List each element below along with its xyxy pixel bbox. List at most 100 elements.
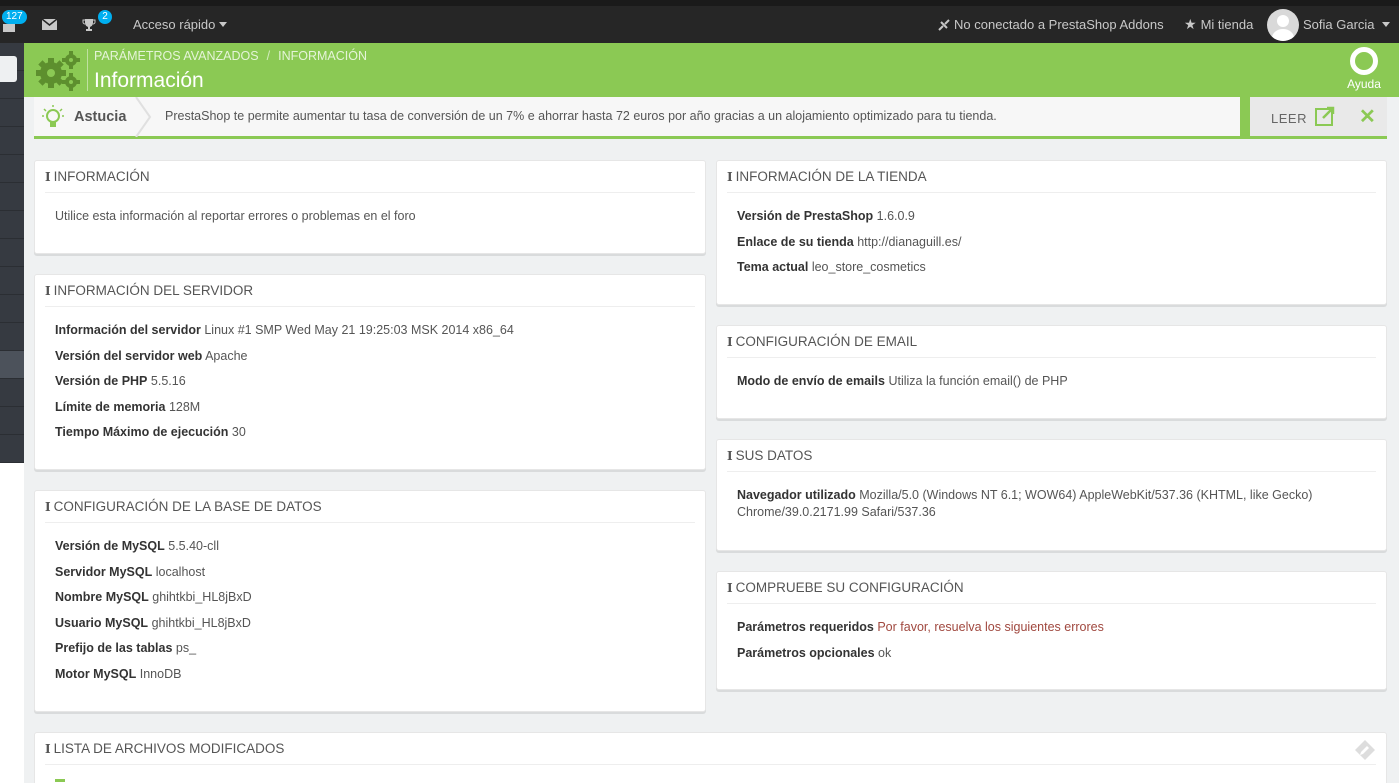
tip-bar: Astucia PrestaShop te permite aumentar t… [34,97,1387,139]
database-row: Versión de MySQL 5.5.40-cll [55,538,685,555]
database-row: Nombre MySQL ghihtkbi_HL8jBxD [55,589,685,606]
page-header: PARÁMETROS AVANZADOS / INFORMACIÓN Informa… [24,43,1399,97]
row-value: localhost [155,564,206,579]
row-label: Navegador utilizado [737,488,856,502]
header-divider [87,49,88,91]
sidebar-item[interactable] [0,239,24,267]
addons-status-text: No conectado a PrestaShop Addons [954,17,1164,32]
trophy-badge: 2 [98,10,112,24]
sidebar-item[interactable] [0,295,24,323]
read-tip-button[interactable]: LEER ✕ [1240,97,1387,136]
row-label: Modo de envío de emails [737,374,885,388]
addons-status-link[interactable]: No conectado a PrestaShop Addons [937,6,1164,43]
panel-heading: i SUS DATOS [727,440,1376,472]
messages-button[interactable] [42,6,57,43]
trophy-icon [82,18,96,31]
quick-access-label: Acceso rápido [133,17,216,32]
external-link-icon[interactable] [1315,106,1335,126]
row-label: Versión de PHP [55,374,148,388]
error-value: Por favor, resuelva los siguientes error… [877,620,1104,634]
row-label: Prefijo de las tablas [55,641,173,655]
sidebar-item[interactable] [0,267,24,295]
shop-info-panel: i INFORMACIÓN DE LA TIENDA Versión de Pre… [716,160,1387,305]
panel-title: COMPRUEBE SU CONFIGURACIÓN [735,580,964,595]
modified-files-panel: i LISTA DE ARCHIVOS MODIFICADOS [34,732,1387,783]
sidebar-item[interactable] [0,435,24,463]
panel-title: INFORMACIÓN DEL SERVIDOR [53,283,254,298]
server-row: Límite de memoria 128M [55,399,685,416]
row-value: 5.5.40-cll [168,539,219,553]
lightbulb-icon [42,105,64,127]
info-icon: i [727,580,733,595]
shop-row: Enlace de su tienda http://dianaguill.es… [737,234,1366,251]
close-icon[interactable]: ✕ [1359,104,1376,129]
panel-heading: i INFORMACIÓN DE LA TIENDA [727,161,1376,193]
my-shop-link[interactable]: ★ Mi tienda [1184,6,1253,43]
tip-text: PrestaShop te permite aumentar tu tasa d… [165,109,997,123]
server-row: Versión de PHP 5.5.16 [55,373,685,390]
row-label: Usuario MySQL [55,615,149,630]
row-value: ghihtkbi_HL8jBxD [152,590,252,604]
shop-row: Tema actual leo_store_cosmetics [737,259,1366,276]
panel-title: LISTA DE ARCHIVOS MODIFICADOS [53,741,285,756]
row-label: Nombre MySQL [55,590,149,604]
breadcrumb: PARÁMETROS AVANZADOS / INFORMACIÓN [94,49,367,63]
database-config-panel: i CONFIGURACIÓN DE LA BASE DE DATOS Versi… [34,490,706,712]
browser-row: Navegador utilizado Mozilla/5.0 (Windows… [737,487,1326,521]
your-data-panel: i SUS DATOS Navegador utilizado Mozilla/5… [716,439,1387,551]
sidebar-item[interactable] [0,379,24,407]
check-config-panel: i COMPRUEBE SU CONFIGURACIÓN Parámetros r… [716,571,1387,690]
sidebar-item[interactable] [0,407,24,435]
row-value: InnoDB [139,666,182,681]
sidebar-item-advanced-parameters[interactable] [0,351,24,379]
check-row: Parámetros opcionales ok [737,645,1366,662]
help-button[interactable]: Ayuda [1344,47,1384,93]
sidebar-item[interactable] [0,183,24,211]
panel-title: INFORMACIÓN [53,169,150,184]
server-row: Información del servidor Linux #1 SMP We… [55,322,685,339]
info-icon: i [45,169,51,184]
user-menu[interactable]: Sofia Garcia [1267,6,1390,43]
panel-heading: i INFORMACIÓN [45,161,695,193]
row-value: leo_store_cosmetics [811,260,926,274]
row-value: 128M [168,399,201,414]
lifebuoy-icon [1350,47,1378,75]
panel-title: SUS DATOS [735,448,813,463]
breadcrumb-item[interactable]: PARÁMETROS AVANZADOS [94,49,259,63]
breadcrumb-item[interactable]: INFORMACIÓN [278,49,367,63]
row-label: Tiempo Máximo de ejecución [55,425,229,439]
sidebar-item[interactable] [0,211,24,239]
sidebar-toggle-handle[interactable] [0,56,17,82]
row-label: Información del servidor [55,323,201,337]
sidebar-item[interactable] [0,99,24,127]
info-icon: i [727,169,733,184]
row-label: Tema actual [737,260,809,274]
shop-link-value[interactable]: http://dianaguill.es/ [857,235,961,249]
database-row: Servidor MySQL localhost [55,564,685,581]
sidebar-item[interactable] [0,323,24,351]
edit-icon[interactable] [1354,739,1376,761]
row-label: Versión de MySQL [55,539,165,553]
sidebar-item[interactable] [0,155,24,183]
tip-label: Astucia [74,109,127,125]
row-value: 1.6.0.9 [876,209,915,223]
row-value: ps_ [175,641,197,655]
email-row: Modo de envío de emails Utiliza la funci… [737,373,1366,390]
sidebar-item[interactable] [0,127,24,155]
achievements-button[interactable] [82,6,96,43]
email-config-panel: i CONFIGURACIÓN DE EMAIL Modo de envío de… [716,325,1387,419]
row-value: Apache [205,348,248,363]
quick-access-dropdown[interactable]: Acceso rápido [133,6,228,43]
info-icon: i [727,448,733,463]
info-icon: i [727,334,733,349]
server-row: Tiempo Máximo de ejecución 30 [55,424,685,441]
sidebar-collapsed [0,43,24,463]
top-navbar: 127 2 Acceso rápido No conectado a Prest… [0,0,1399,43]
row-value: Linux #1 SMP Wed May 21 19:25:03 MSK 201… [204,323,514,337]
panel-heading: i CONFIGURACIÓN DE EMAIL [727,326,1376,358]
status-indicator [55,779,65,782]
row-label: Motor MySQL [55,666,137,681]
read-label: LEER [1271,111,1307,126]
info-icon: i [45,741,51,756]
row-label: Parámetros requeridos [737,620,874,634]
